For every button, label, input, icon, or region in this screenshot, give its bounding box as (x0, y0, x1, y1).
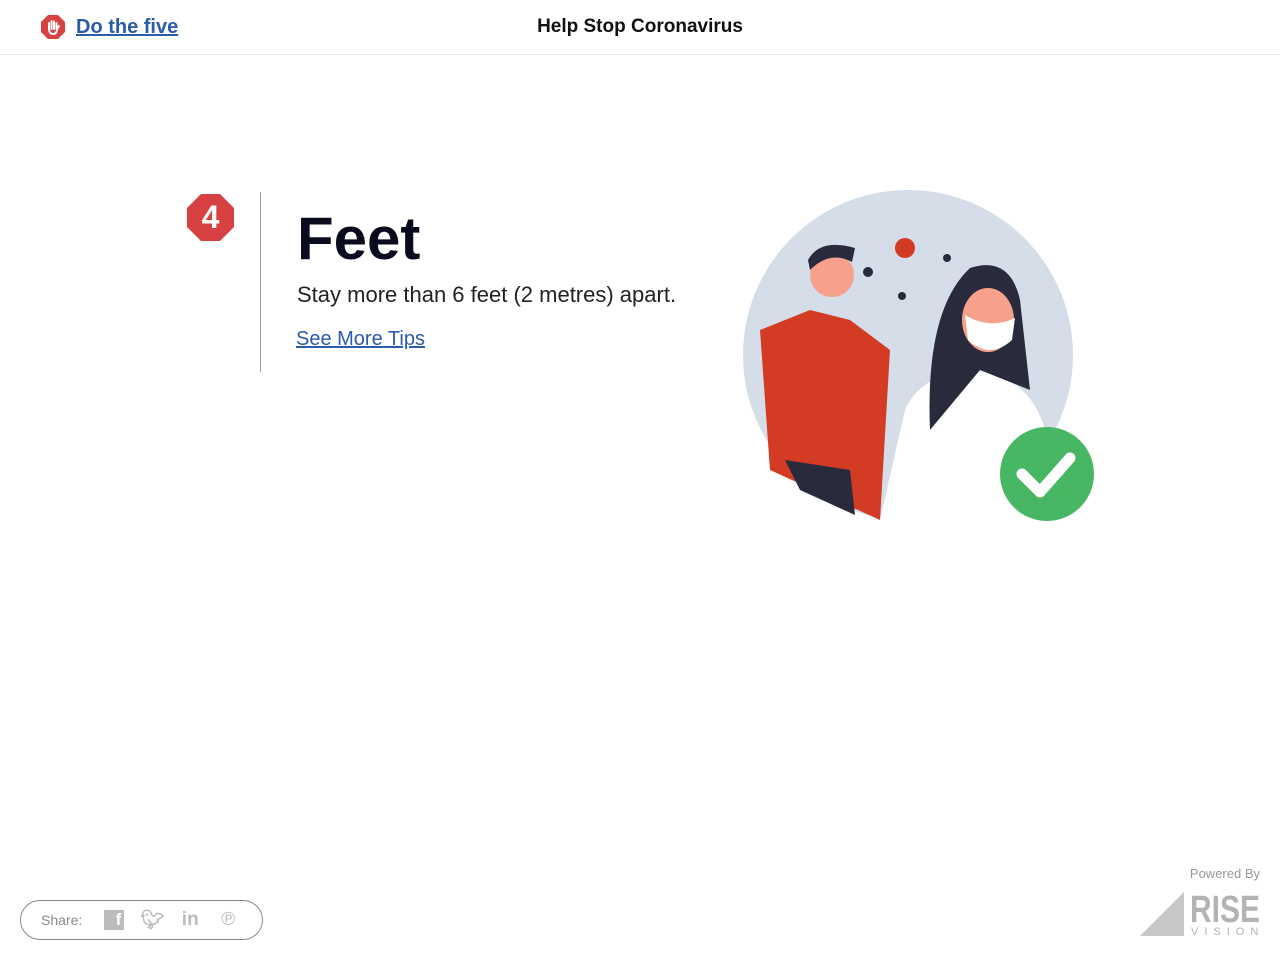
step-description: Stay more than 6 feet (2 metres) apart. (297, 282, 677, 307)
facebook-icon[interactable]: f (102, 908, 126, 932)
linkedin-icon[interactable]: in (178, 908, 202, 932)
divider (260, 192, 261, 372)
step-heading: Feet (297, 205, 421, 272)
share-bar: Share: f 🐦︎ in ℗ (20, 900, 263, 940)
pinterest-icon[interactable]: ℗ (216, 908, 240, 932)
share-label: Share: (41, 912, 83, 928)
check-icon (1000, 427, 1094, 521)
header: Do the five Help Stop Coronavirus (0, 0, 1280, 55)
step-badge: 4 (186, 193, 235, 247)
twitter-icon[interactable]: 🐦︎ (140, 908, 164, 932)
see-more-tips-link[interactable]: See More Tips (296, 328, 425, 351)
step-number: 4 (202, 199, 220, 235)
social-distancing-illustration (743, 190, 1094, 524)
powered-by-label: Powered By (1189, 866, 1260, 881)
svg-text:RISE: RISE (1190, 889, 1260, 931)
page-title: Help Stop Coronavirus (537, 16, 743, 37)
rise-vision-logo[interactable]: RISE VISION (1140, 888, 1262, 938)
svg-text:VISION: VISION (1191, 926, 1262, 938)
